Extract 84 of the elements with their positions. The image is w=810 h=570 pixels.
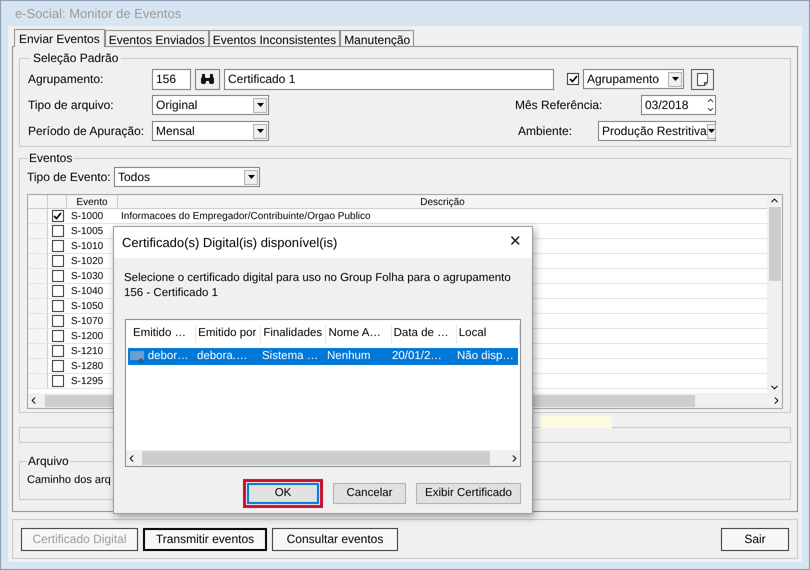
window-title: e-Social: Monitor de Eventos	[14, 4, 182, 23]
table-cell-text: S-1280	[70, 360, 104, 374]
table-cell-text: debor…	[146, 348, 190, 364]
field-label: Tipo de arquivo:	[28, 97, 115, 114]
dialog-button[interactable]: OK	[247, 483, 319, 504]
checkbox[interactable]	[52, 210, 64, 222]
column-header[interactable]: Nome A…	[326, 325, 392, 343]
field-label: Caminho dos arq	[27, 474, 111, 486]
checkbox[interactable]	[52, 270, 64, 282]
file-type-dropdown[interactable]: Original	[152, 95, 269, 115]
vertical-scrollbar[interactable]	[767, 195, 782, 393]
group-title: Eventos	[28, 150, 74, 167]
checkbox[interactable]	[52, 285, 64, 297]
tab[interactable]: Eventos Enviados	[104, 30, 209, 46]
checkbox[interactable]	[52, 225, 64, 237]
dialog-button[interactable]: Exibir Certificado	[416, 483, 521, 504]
table-cell-text: Nenhum	[326, 348, 372, 364]
field-label: Ambiente:	[518, 123, 574, 140]
table-cell-text: S-1295	[70, 374, 104, 388]
dialog-button[interactable]: Cancelar	[333, 483, 406, 504]
tab[interactable]: Manutenção	[340, 30, 414, 46]
binoculars-icon	[200, 74, 215, 84]
scroll-thumb[interactable]	[142, 451, 490, 465]
checkbox[interactable]	[52, 375, 64, 387]
table-cell-text: S-1200	[70, 330, 104, 344]
checkbox[interactable]	[52, 360, 64, 372]
status-highlight	[540, 416, 612, 428]
search-button[interactable]	[195, 68, 220, 90]
table-cell-text: S-1050	[70, 300, 104, 314]
certificate-row[interactable]: debor… debora.… Sistema … Nenhum 20/01/2… Não disp…	[128, 348, 518, 365]
action-button[interactable]: Transmitir eventos	[143, 528, 267, 550]
table-cell-text: S-1020	[70, 254, 104, 268]
checkbox[interactable]	[52, 240, 64, 252]
field-label: Tipo de Evento:	[27, 169, 112, 186]
column-header[interactable]: Emitido por	[196, 325, 262, 343]
dialog-message: Selecione o certificado digital para uso no Group Folha para o agrupamento 156 - Certificado 1	[123, 271, 512, 301]
table-cell-text: S-1000	[70, 210, 104, 224]
action-button[interactable]: Consultar eventos	[272, 528, 398, 550]
document-icon	[697, 72, 708, 86]
table-cell-text: S-1005	[70, 224, 104, 238]
column-header: Evento	[67, 195, 118, 208]
name-field[interactable]: Certificado 1	[224, 68, 554, 90]
checkbox[interactable]	[52, 345, 64, 357]
document-button[interactable]	[691, 68, 714, 90]
table-cell-text: S-1040	[70, 284, 104, 298]
column-header[interactable]: Data de …	[392, 325, 457, 343]
table-cell-text: 20/01/2…	[391, 348, 443, 364]
column-header[interactable]: Emitido …	[131, 325, 196, 343]
checkbox[interactable]	[52, 300, 64, 312]
month-spinner[interactable]: 03/2018	[641, 95, 716, 115]
column-header[interactable]: Finalidades	[261, 325, 326, 343]
period-dropdown[interactable]: Mensal	[152, 121, 269, 141]
certificate-list[interactable]: Emitido … Emitido por Finalidades Nome A… Data de … Local debor… debora.… Sistema … Nenhum 20/01/2… Não disp…	[125, 319, 521, 467]
table-cell-text: Não disp…	[456, 348, 515, 364]
event-type-dropdown[interactable]: Todos	[114, 167, 260, 187]
column-header[interactable]: Local	[456, 325, 520, 343]
column-header: Descrição	[419, 196, 466, 208]
field-label: Mês Referência:	[515, 97, 604, 114]
checkbox[interactable]	[52, 315, 64, 327]
group-title: Arquivo	[27, 453, 70, 470]
checkbox[interactable]	[567, 73, 579, 85]
checkbox[interactable]	[52, 330, 64, 342]
grouping-dropdown[interactable]: Agrupamento	[583, 69, 684, 89]
table-cell-text: S-1010	[70, 240, 104, 254]
environment-dropdown[interactable]: Produção Restritiva	[598, 121, 716, 141]
table-cell-text: S-1030	[70, 270, 104, 284]
table-cell-text: debora.…	[196, 348, 249, 364]
tab[interactable]: Enviar Eventos	[14, 29, 105, 47]
horizontal-scrollbar[interactable]	[126, 450, 520, 466]
table-cell-text: S-1210	[70, 344, 104, 358]
field-label: Período de Apuração:	[28, 123, 146, 140]
code-field[interactable]: 156	[152, 68, 191, 90]
table-cell-text: Informacoes do Empregador/Contribuinte/Orgao Publico	[120, 210, 371, 224]
field-label: Agrupamento:	[28, 71, 104, 88]
group-title: Seleção Padrão	[32, 50, 120, 67]
table-cell-text: S-1070	[70, 314, 104, 328]
exit-button[interactable]: Sair	[721, 528, 789, 550]
scroll-thumb[interactable]	[768, 207, 780, 281]
tab[interactable]: Eventos Inconsistentes	[208, 30, 340, 46]
dialog-title: Certificado(s) Digital(is) disponível(is)	[122, 234, 338, 252]
close-button[interactable]: ✕	[509, 231, 522, 254]
table-cell-text: Sistema …	[261, 348, 320, 364]
checkbox[interactable]	[52, 255, 64, 267]
certificate-icon	[130, 350, 146, 364]
